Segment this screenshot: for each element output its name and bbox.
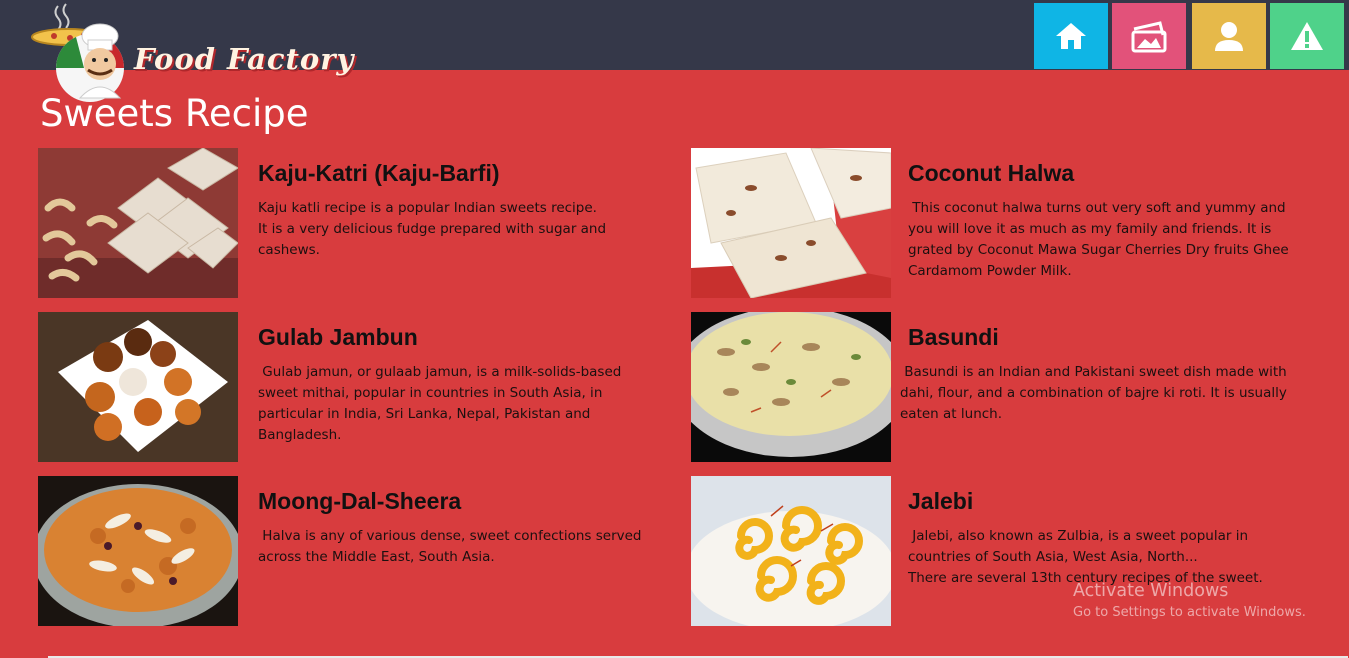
chef-mascot-icon	[31, 3, 125, 102]
gallery-icon	[1131, 21, 1167, 53]
recipe-card-gulab-jambun[interactable]: Gulab Jambun Gulab jamun, or gulaab jamu…	[38, 312, 638, 462]
gallery-button[interactable]	[1112, 3, 1186, 69]
watermark-subtitle: Go to Settings to activate Windows.	[1073, 605, 1306, 620]
recipe-title[interactable]: Basundi	[908, 324, 999, 351]
home-icon	[1056, 23, 1086, 49]
gulab-jamun-image[interactable]	[38, 312, 238, 462]
recipe-card-basundi[interactable]: Basundi Basundi is an Indian and Pakista…	[691, 312, 1291, 462]
recipe-description: Halva is any of various dense, sweet con…	[258, 528, 646, 565]
activate-windows-watermark: Activate Windows Go to Settings to activ…	[1073, 580, 1306, 624]
brand-name: Food Factory	[134, 42, 355, 76]
recipe-card-kaju-katri[interactable]: Kaju-Katri (Kaju-Barfi) Kaju katli recip…	[38, 148, 638, 298]
alert-button[interactable]	[1270, 3, 1344, 69]
recipe-title[interactable]: Jalebi	[908, 488, 973, 515]
user-button[interactable]	[1192, 3, 1266, 69]
recipe-card-moong-dal-sheera[interactable]: Moong-Dal-Sheera Halva is any of various…	[38, 476, 642, 626]
brand-logo[interactable]: Food Factory	[28, 2, 388, 102]
coconut-halwa-image[interactable]	[691, 148, 891, 298]
user-icon	[1215, 22, 1243, 51]
recipe-description: Kaju katli recipe is a popular Indian sw…	[258, 200, 607, 258]
kaju-katli-image[interactable]	[38, 148, 238, 298]
recipe-description: This coconut halwa turns out very soft a…	[908, 200, 1294, 279]
jalebi-image[interactable]	[691, 476, 891, 626]
recipe-title[interactable]: Kaju-Katri (Kaju-Barfi)	[258, 160, 500, 187]
moong-dal-sheera-image[interactable]	[38, 476, 238, 626]
recipe-title[interactable]: Gulab Jambun	[258, 324, 418, 351]
home-button[interactable]	[1034, 3, 1108, 69]
recipe-title[interactable]: Moong-Dal-Sheera	[258, 488, 461, 515]
basundi-image[interactable]	[691, 312, 891, 462]
recipe-card-coconut-halwa[interactable]: Coconut Halwa This coconut halwa turns o…	[691, 148, 1291, 298]
recipe-description: Gulab jamun, or gulaab jamun, is a milk-…	[258, 364, 626, 443]
watermark-title: Activate Windows	[1073, 581, 1229, 601]
warning-icon	[1291, 22, 1323, 50]
recipe-description: Basundi is an Indian and Pakistani sweet…	[900, 364, 1300, 422]
recipe-title[interactable]: Coconut Halwa	[908, 160, 1074, 187]
page-title: Sweets Recipe	[40, 92, 309, 135]
